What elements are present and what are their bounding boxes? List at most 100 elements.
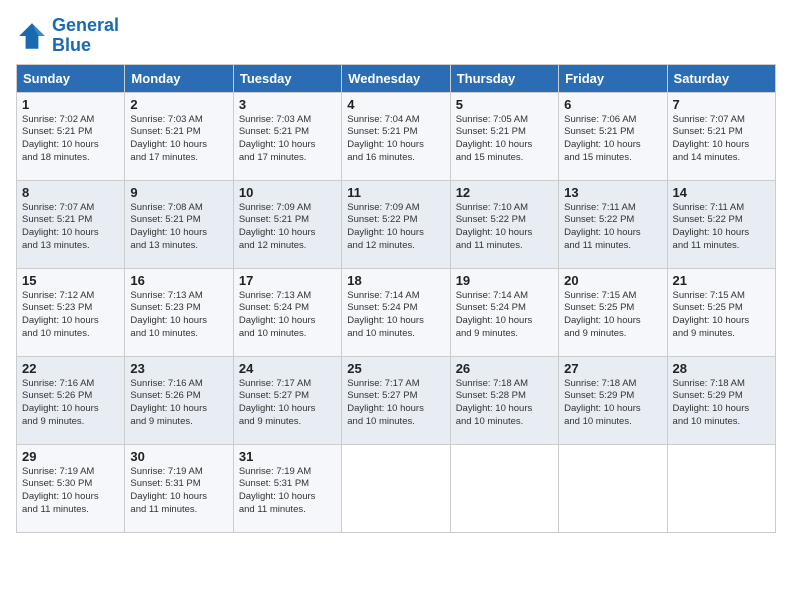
calendar-day-cell: 8Sunrise: 7:07 AM Sunset: 5:21 PM Daylig… bbox=[17, 180, 125, 268]
day-info: Sunrise: 7:09 AM Sunset: 5:21 PM Dayligh… bbox=[239, 202, 336, 253]
weekday-header-tuesday: Tuesday bbox=[233, 64, 341, 92]
day-info: Sunrise: 7:09 AM Sunset: 5:22 PM Dayligh… bbox=[347, 202, 444, 253]
day-number: 19 bbox=[456, 273, 553, 288]
day-info: Sunrise: 7:11 AM Sunset: 5:22 PM Dayligh… bbox=[564, 202, 661, 253]
day-number: 5 bbox=[456, 97, 553, 112]
logo: GeneralBlue bbox=[16, 16, 119, 56]
calendar-day-cell: 9 Sunrise: 7:08 AM Sunset: 5:21 PM Daylig… bbox=[125, 180, 233, 268]
calendar-day-cell: 19 Sunrise: 7:14 AM Sunset: 5:24 PM Dayli… bbox=[450, 268, 558, 356]
empty-day-cell bbox=[667, 444, 775, 532]
calendar-week-row: 22 Sunrise: 7:16 AM Sunset: 5:26 PM Dayli… bbox=[17, 356, 776, 444]
weekday-header-monday: Monday bbox=[125, 64, 233, 92]
calendar-day-cell: 17 Sunrise: 7:13 AM Sunset: 5:24 PM Dayli… bbox=[233, 268, 341, 356]
calendar-day-cell: 15 Sunrise: 7:12 AM Sunset: 5:23 PM Dayli… bbox=[17, 268, 125, 356]
calendar-day-cell: 3Sunrise: 7:03 AM Sunset: 5:21 PM Daylig… bbox=[233, 92, 341, 180]
calendar-day-cell: 24 Sunrise: 7:17 AM Sunset: 5:27 PM Dayli… bbox=[233, 356, 341, 444]
day-number: 4 bbox=[347, 97, 444, 112]
day-number: 28 bbox=[673, 361, 770, 376]
calendar-day-cell: 14 Sunrise: 7:11 AM Sunset: 5:22 PM Dayli… bbox=[667, 180, 775, 268]
weekday-header-saturday: Saturday bbox=[667, 64, 775, 92]
day-info: Sunrise: 7:17 AM Sunset: 5:27 PM Dayligh… bbox=[347, 378, 444, 429]
day-info: Sunrise: 7:18 AM Sunset: 5:29 PM Dayligh… bbox=[673, 378, 770, 429]
day-number: 27 bbox=[564, 361, 661, 376]
calendar-day-cell: 18Sunrise: 7:14 AM Sunset: 5:24 PM Dayli… bbox=[342, 268, 450, 356]
day-info: Sunrise: 7:18 AM Sunset: 5:28 PM Dayligh… bbox=[456, 378, 553, 429]
day-number: 29 bbox=[22, 449, 119, 464]
day-number: 2 bbox=[130, 97, 227, 112]
day-number: 17 bbox=[239, 273, 336, 288]
day-info: Sunrise: 7:04 AM Sunset: 5:21 PM Dayligh… bbox=[347, 114, 444, 165]
calendar-day-cell: 4 Sunrise: 7:04 AM Sunset: 5:21 PM Daylig… bbox=[342, 92, 450, 180]
calendar-day-cell: 20 Sunrise: 7:15 AM Sunset: 5:25 PM Dayli… bbox=[559, 268, 667, 356]
calendar-day-cell: 16Sunrise: 7:13 AM Sunset: 5:23 PM Dayli… bbox=[125, 268, 233, 356]
day-number: 15 bbox=[22, 273, 119, 288]
day-number: 13 bbox=[564, 185, 661, 200]
day-number: 1 bbox=[22, 97, 119, 112]
day-number: 20 bbox=[564, 273, 661, 288]
empty-day-cell bbox=[450, 444, 558, 532]
day-info: Sunrise: 7:07 AM Sunset: 5:21 PM Dayligh… bbox=[22, 202, 119, 253]
day-number: 9 bbox=[130, 185, 227, 200]
day-info: Sunrise: 7:08 AM Sunset: 5:21 PM Dayligh… bbox=[130, 202, 227, 253]
day-info: Sunrise: 7:19 AM Sunset: 5:30 PM Dayligh… bbox=[22, 466, 119, 517]
empty-day-cell bbox=[342, 444, 450, 532]
day-number: 16 bbox=[130, 273, 227, 288]
calendar-week-row: 1 Sunrise: 7:02 AM Sunset: 5:21 PM Daylig… bbox=[17, 92, 776, 180]
calendar-week-row: 29 Sunrise: 7:19 AM Sunset: 5:30 PM Dayli… bbox=[17, 444, 776, 532]
day-number: 11 bbox=[347, 185, 444, 200]
calendar-day-cell: 23 Sunrise: 7:16 AM Sunset: 5:26 PM Dayli… bbox=[125, 356, 233, 444]
calendar-day-cell: 26 Sunrise: 7:18 AM Sunset: 5:28 PM Dayli… bbox=[450, 356, 558, 444]
calendar-day-cell: 28 Sunrise: 7:18 AM Sunset: 5:29 PM Dayli… bbox=[667, 356, 775, 444]
calendar-body: 1 Sunrise: 7:02 AM Sunset: 5:21 PM Daylig… bbox=[17, 92, 776, 532]
calendar-day-cell: 6 Sunrise: 7:06 AM Sunset: 5:21 PM Daylig… bbox=[559, 92, 667, 180]
day-info: Sunrise: 7:16 AM Sunset: 5:26 PM Dayligh… bbox=[22, 378, 119, 429]
page-header: GeneralBlue bbox=[16, 16, 776, 56]
day-info: Sunrise: 7:03 AM Sunset: 5:21 PM Dayligh… bbox=[130, 114, 227, 165]
day-info: Sunrise: 7:02 AM Sunset: 5:21 PM Dayligh… bbox=[22, 114, 119, 165]
calendar-day-cell: 29 Sunrise: 7:19 AM Sunset: 5:30 PM Dayli… bbox=[17, 444, 125, 532]
day-info: Sunrise: 7:17 AM Sunset: 5:27 PM Dayligh… bbox=[239, 378, 336, 429]
day-number: 24 bbox=[239, 361, 336, 376]
day-info: Sunrise: 7:13 AM Sunset: 5:24 PM Dayligh… bbox=[239, 290, 336, 341]
day-number: 31 bbox=[239, 449, 336, 464]
calendar-day-cell: 10 Sunrise: 7:09 AM Sunset: 5:21 PM Dayli… bbox=[233, 180, 341, 268]
day-number: 26 bbox=[456, 361, 553, 376]
calendar-day-cell: 1 Sunrise: 7:02 AM Sunset: 5:21 PM Daylig… bbox=[17, 92, 125, 180]
day-info: Sunrise: 7:11 AM Sunset: 5:22 PM Dayligh… bbox=[673, 202, 770, 253]
day-info: Sunrise: 7:19 AM Sunset: 5:31 PM Dayligh… bbox=[239, 466, 336, 517]
calendar-day-cell: 7 Sunrise: 7:07 AM Sunset: 5:21 PM Daylig… bbox=[667, 92, 775, 180]
calendar-day-cell: 25 Sunrise: 7:17 AM Sunset: 5:27 PM Dayli… bbox=[342, 356, 450, 444]
weekday-header-sunday: Sunday bbox=[17, 64, 125, 92]
calendar-day-cell: 12Sunrise: 7:10 AM Sunset: 5:22 PM Dayli… bbox=[450, 180, 558, 268]
calendar-header-row: SundayMondayTuesdayWednesdayThursdayFrid… bbox=[17, 64, 776, 92]
day-number: 14 bbox=[673, 185, 770, 200]
day-number: 6 bbox=[564, 97, 661, 112]
day-info: Sunrise: 7:14 AM Sunset: 5:24 PM Dayligh… bbox=[456, 290, 553, 341]
day-number: 21 bbox=[673, 273, 770, 288]
day-info: Sunrise: 7:06 AM Sunset: 5:21 PM Dayligh… bbox=[564, 114, 661, 165]
calendar-day-cell: 22 Sunrise: 7:16 AM Sunset: 5:26 PM Dayli… bbox=[17, 356, 125, 444]
day-number: 30 bbox=[130, 449, 227, 464]
calendar-day-cell: 2 Sunrise: 7:03 AM Sunset: 5:21 PM Daylig… bbox=[125, 92, 233, 180]
day-info: Sunrise: 7:05 AM Sunset: 5:21 PM Dayligh… bbox=[456, 114, 553, 165]
logo-icon bbox=[16, 20, 48, 52]
calendar-day-cell: 5 Sunrise: 7:05 AM Sunset: 5:21 PM Daylig… bbox=[450, 92, 558, 180]
day-number: 12 bbox=[456, 185, 553, 200]
weekday-header-thursday: Thursday bbox=[450, 64, 558, 92]
day-number: 7 bbox=[673, 97, 770, 112]
calendar-day-cell: 31 Sunrise: 7:19 AM Sunset: 5:31 PM Dayli… bbox=[233, 444, 341, 532]
day-number: 10 bbox=[239, 185, 336, 200]
day-info: Sunrise: 7:07 AM Sunset: 5:21 PM Dayligh… bbox=[673, 114, 770, 165]
day-info: Sunrise: 7:16 AM Sunset: 5:26 PM Dayligh… bbox=[130, 378, 227, 429]
calendar-day-cell: 30 Sunrise: 7:19 AM Sunset: 5:31 PM Dayli… bbox=[125, 444, 233, 532]
weekday-header-wednesday: Wednesday bbox=[342, 64, 450, 92]
calendar-table: SundayMondayTuesdayWednesdayThursdayFrid… bbox=[16, 64, 776, 533]
day-number: 23 bbox=[130, 361, 227, 376]
day-number: 22 bbox=[22, 361, 119, 376]
day-info: Sunrise: 7:14 AM Sunset: 5:24 PM Dayligh… bbox=[347, 290, 444, 341]
day-info: Sunrise: 7:15 AM Sunset: 5:25 PM Dayligh… bbox=[564, 290, 661, 341]
day-info: Sunrise: 7:19 AM Sunset: 5:31 PM Dayligh… bbox=[130, 466, 227, 517]
calendar-day-cell: 13 Sunrise: 7:11 AM Sunset: 5:22 PM Dayli… bbox=[559, 180, 667, 268]
day-number: 25 bbox=[347, 361, 444, 376]
day-info: Sunrise: 7:12 AM Sunset: 5:23 PM Dayligh… bbox=[22, 290, 119, 341]
